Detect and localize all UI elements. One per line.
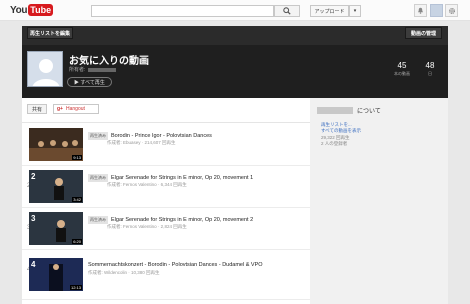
playlist-owner: 所有者: xyxy=(69,66,117,73)
video-thumbnail[interactable]: 3 6:20 xyxy=(29,212,83,245)
search-icon xyxy=(283,7,291,15)
stat-days: 48 日 xyxy=(422,62,438,77)
youtube-logo[interactable]: You Tube xyxy=(10,3,54,17)
video-thumbnail[interactable]: 2 3:42 xyxy=(29,170,83,203)
video-title-text: Borodin - Prince Igor - Polovtsian Dance… xyxy=(111,133,212,139)
playlist-info: お気に入りの動画 所有者: ▶ すべて再生 45 本の動画 48 日 xyxy=(22,45,448,98)
video-meta: 作成者: Wildencolin · 10,380 回再生 xyxy=(88,270,160,275)
logo-tube: Tube xyxy=(28,4,54,16)
video-list-panel: 共有 g+ Hangout 9:13 再生済み Borodin - Prince I… xyxy=(22,98,310,304)
watched-badge: 再生済み xyxy=(88,216,108,224)
watched-badge: 再生済み xyxy=(88,174,108,182)
search-input[interactable] xyxy=(91,5,274,17)
stat-days-label: 日 xyxy=(428,71,432,76)
thumb-number: 3 xyxy=(31,214,36,223)
video-title[interactable]: 再生済み Borodin - Prince Igor - Polovtsian D… xyxy=(88,132,212,140)
thumb-number: 4 xyxy=(31,260,36,269)
video-manager-button[interactable]: 動画の管理 xyxy=(405,27,442,39)
watched-badge: 再生済み xyxy=(88,132,108,140)
settings-button[interactable] xyxy=(445,4,458,17)
video-row[interactable]: 4 4 12:13 Sommernachtskonzert - Borodin … xyxy=(22,250,310,300)
stat-videos: 45 本の動画 xyxy=(392,62,412,77)
video-duration: 12:13 xyxy=(69,285,82,290)
video-thumbnail[interactable]: 9:13 xyxy=(29,128,83,161)
stat-videos-label: 本の動画 xyxy=(394,71,410,76)
video-title-text: Elgar Serenade for Strings in E minor, O… xyxy=(111,217,254,223)
video-title[interactable]: Sommernachtskonzert - Borodin - Polovtsi… xyxy=(88,262,263,268)
stat-videos-value: 45 xyxy=(397,61,407,70)
search-button[interactable] xyxy=(274,5,300,17)
hangout-label: Hangout xyxy=(65,106,85,112)
video-thumbnail[interactable]: 4 12:13 xyxy=(29,258,83,291)
google-plus-icon: g+ xyxy=(57,106,63,112)
masthead: You Tube アップロード ▾ xyxy=(0,0,470,21)
video-title-text: Elgar Serenade for Strings in E minor, O… xyxy=(111,175,254,181)
gear-icon xyxy=(448,7,455,14)
edit-playlist-button[interactable]: 再生リストを編集 xyxy=(27,27,73,39)
video-duration: 9:13 xyxy=(72,155,82,160)
divider xyxy=(22,122,310,123)
subscriber-count: 2 人の登録者 xyxy=(321,141,348,146)
thumb-number: 2 xyxy=(31,172,36,181)
playlist-title: お気に入りの動画 xyxy=(69,56,149,67)
upload-dropdown[interactable]: ▾ xyxy=(349,5,361,17)
user-avatar[interactable] xyxy=(430,4,443,17)
about-label: について xyxy=(357,109,381,115)
video-title[interactable]: 再生済み Elgar Serenade for Strings in E mino… xyxy=(88,174,253,182)
bell-icon xyxy=(418,7,423,14)
playlist-avatar xyxy=(27,51,63,87)
video-duration: 6:20 xyxy=(72,239,82,244)
logo-you: You xyxy=(10,4,28,16)
video-row[interactable]: 9:13 再生済み Borodin - Prince Igor - Polovts… xyxy=(22,124,310,166)
video-title[interactable]: 再生済み Elgar Serenade for Strings in E mino… xyxy=(88,216,253,224)
video-meta: 作成者: Fernos Valentino · 6,344 回再生 xyxy=(107,182,187,187)
notifications-button[interactable] xyxy=(414,4,427,17)
default-avatar-icon xyxy=(32,59,60,86)
video-meta: 作成者: Fernos Valentino · 2,824 回再生 xyxy=(107,224,187,229)
play-all-button[interactable]: ▶ すべて再生 xyxy=(67,77,112,87)
video-row[interactable]: 2 2 3:42 再生済みElgar Serenade for Strings … xyxy=(22,166,310,208)
video-row[interactable]: 3 3 6:20 再生済みElgar Serenade for Strings … xyxy=(22,208,310,250)
hangout-button[interactable]: g+ Hangout xyxy=(53,104,99,114)
owner-name-redacted[interactable] xyxy=(88,67,117,72)
owner-label: 所有者: xyxy=(69,67,86,73)
about-sidebar: について 再生リストを... すべての動画を表示 29,322 回再生 2 人の… xyxy=(310,98,448,304)
stat-days-value: 48 xyxy=(425,61,435,70)
owner-name-redacted xyxy=(317,107,353,114)
video-duration: 3:42 xyxy=(72,197,82,202)
upload-button[interactable]: アップロード xyxy=(310,5,349,17)
about-heading: について xyxy=(317,106,381,115)
chevron-down-icon: ▾ xyxy=(353,8,357,14)
share-button[interactable]: 共有 xyxy=(27,104,47,114)
all-videos-link[interactable]: すべての動画を表示 xyxy=(321,128,361,134)
video-meta: 作成者: Ebuasey · 214,607 回再生 xyxy=(107,140,176,145)
